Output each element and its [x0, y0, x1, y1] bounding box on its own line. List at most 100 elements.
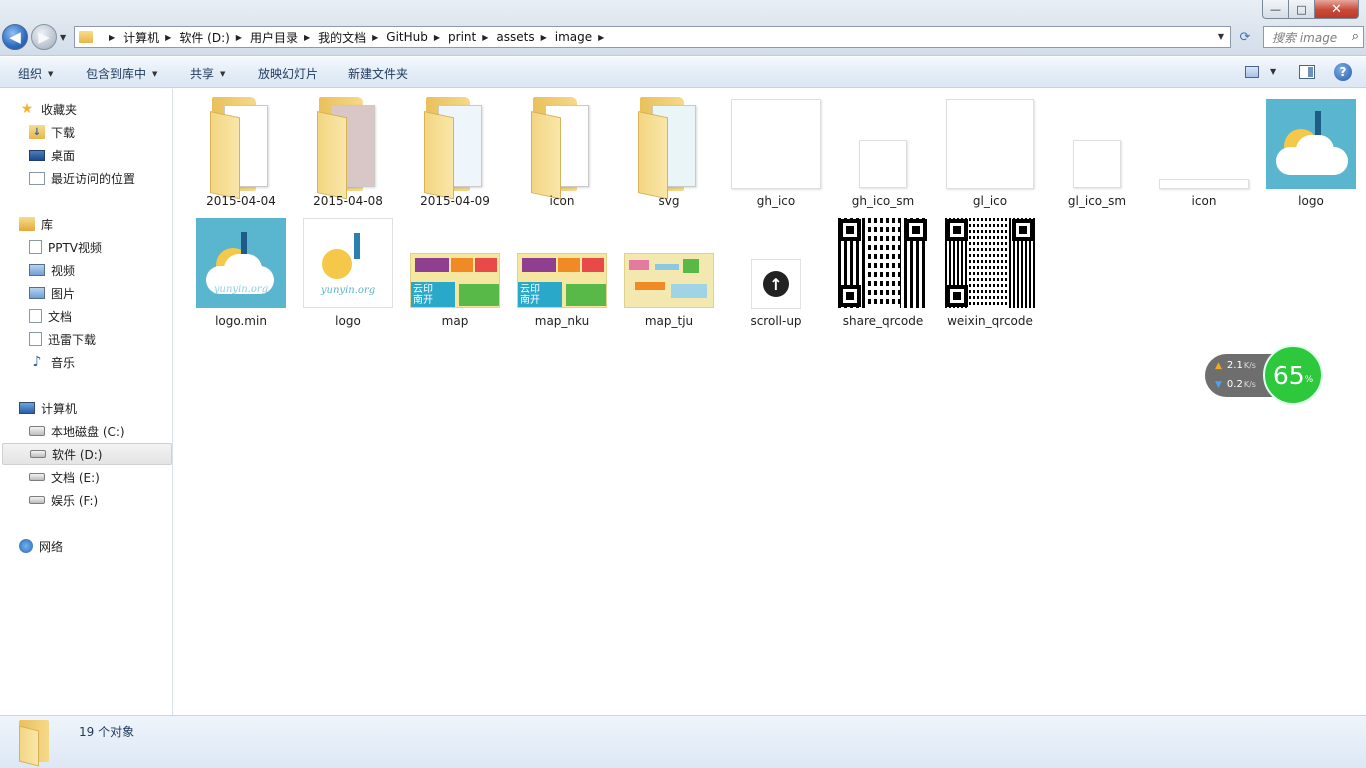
breadcrumb-item[interactable]: 软件 (D:) ▶ [179, 29, 250, 46]
file-name: scroll-up [750, 314, 802, 328]
file-item-folder[interactable]: 2015-04-04 [191, 97, 291, 209]
sidebar-item-music[interactable]: ♪ 音乐 [29, 351, 75, 373]
sidebar-item-computer[interactable]: 计算机 [19, 397, 77, 419]
close-button[interactable]: ✕ [1315, 0, 1359, 19]
file-item-image[interactable]: 云印 南开 map [405, 217, 505, 329]
breadcrumb-item[interactable]: 计算机 ▶ [123, 29, 179, 46]
sidebar-item-downloads[interactable]: 下载 [29, 121, 75, 143]
downloads-library-icon [29, 332, 42, 346]
sidebar-item-pptv-video[interactable]: PPTV视频 [29, 236, 102, 258]
file-item-image[interactable]: logo [1261, 97, 1361, 209]
file-item-image[interactable]: share_qrcode [833, 217, 933, 329]
sidebar-item-pictures[interactable]: 图片 [29, 282, 75, 304]
breadcrumb-root-arrow[interactable]: ▶ [103, 33, 123, 42]
file-name: gl_ico [972, 194, 1008, 208]
file-item-image[interactable]: icon [1154, 97, 1254, 209]
preview-pane-icon[interactable] [1299, 65, 1315, 79]
sidebar-item-favorites[interactable]: ★ 收藏夹 [19, 98, 77, 120]
sidebar-item-drive-c[interactable]: 本地磁盘 (C:) [29, 420, 125, 442]
organize-button[interactable]: 组织 ▼ [18, 65, 53, 82]
file-item-folder[interactable]: 2015-04-08 [298, 97, 398, 209]
sidebar-item-drive-d[interactable]: 软件 (D:) [2, 443, 172, 465]
help-icon[interactable]: ? [1334, 63, 1352, 81]
sidebar-item-network[interactable]: 网络 [19, 535, 63, 557]
file-item-image[interactable]: ↑ scroll-up [726, 217, 826, 329]
network-speed-widget[interactable]: ▲ 2.1 K/s ▼ 0.2 K/s 65% [1205, 345, 1323, 405]
folder-icon [79, 31, 93, 43]
file-name: map_nku [534, 314, 590, 328]
navigation-pane: ★收藏夹 下载 桌面 最近访问的位置 库 PPTV视频 视频 图片 文档 迅雷下… [0, 89, 173, 715]
star-icon: ★ [20, 101, 34, 117]
file-name: icon [549, 194, 575, 208]
minimize-button[interactable]: — [1262, 0, 1289, 19]
change-view-icon[interactable] [1245, 66, 1259, 78]
file-item-image[interactable]: 云印 南开 map_nku [512, 217, 612, 329]
sidebar-item-drive-e[interactable]: 文档 (E:) [29, 466, 100, 488]
title-bar: — □ ✕ ◀ ▶ ▼ ▶ 计算机 ▶ 软件 (D:) ▶ 用户目录 ▶ 我的文档 ▶ … [0, 0, 1366, 56]
breadcrumb-item[interactable]: assets ▶ [496, 30, 554, 44]
file-name: icon [1191, 194, 1217, 208]
forward-button[interactable]: ▶ [31, 24, 57, 50]
include-in-library-button[interactable]: 包含到库中 ▼ [86, 65, 157, 82]
logo-thumbnail: yunyin.org [196, 218, 286, 308]
memory-usage-gauge[interactable]: 65% [1263, 345, 1323, 405]
file-name: map [441, 314, 469, 328]
music-note-icon: ♪ [32, 354, 42, 370]
slideshow-button[interactable]: 放映幻灯片 [258, 65, 318, 82]
breadcrumb-item[interactable]: 用户目录 ▶ [250, 29, 318, 46]
folder-icon [531, 97, 593, 200]
navigation-buttons: ◀ ▶ ▼ [2, 24, 66, 50]
file-item-image[interactable]: gl_ico_sm [1047, 97, 1147, 209]
view-options-dropdown-icon[interactable]: ▼ [1270, 67, 1276, 76]
sidebar-item-desktop[interactable]: 桌面 [29, 144, 75, 166]
new-folder-button[interactable]: 新建文件夹 [348, 65, 408, 82]
refresh-icon[interactable]: ⟳ [1235, 26, 1255, 48]
sidebar-item-recent-places[interactable]: 最近访问的位置 [29, 167, 135, 189]
sidebar-item-videos[interactable]: 视频 [29, 259, 75, 281]
sidebar-item-libraries[interactable]: 库 [19, 213, 53, 235]
image-thumbnail [946, 99, 1034, 189]
share-button[interactable]: 共享 ▼ [190, 65, 225, 82]
folder-icon [638, 97, 700, 200]
sidebar-item-thunder-downloads[interactable]: 迅雷下载 [29, 328, 96, 350]
video-library-icon [29, 240, 42, 254]
file-item-folder[interactable]: icon [512, 97, 612, 209]
pictures-icon [29, 287, 45, 299]
scroll-up-thumbnail: ↑ [751, 259, 801, 309]
file-name: weixin_qrcode [947, 314, 1033, 328]
file-item-image[interactable]: yunyin.org logo [298, 217, 398, 329]
details-pane: 19 个对象 [0, 715, 1366, 768]
file-name: gh_ico_sm [851, 194, 915, 208]
file-item-image[interactable]: weixin_qrcode [940, 217, 1040, 329]
breadcrumb-item[interactable]: GitHub ▶ [386, 30, 448, 44]
back-button[interactable]: ◀ [2, 24, 28, 50]
file-item-image[interactable]: gl_ico [940, 97, 1040, 209]
drive-icon [30, 450, 46, 458]
breadcrumb-item[interactable]: image ▶ [555, 30, 613, 44]
library-icon [19, 217, 35, 231]
file-item-image[interactable]: gh_ico [726, 97, 826, 209]
folder-icon [19, 720, 55, 767]
breadcrumb-item[interactable]: print ▶ [448, 30, 496, 44]
file-item-image[interactable]: map_tju [619, 217, 719, 329]
file-name: logo [335, 314, 361, 328]
address-dropdown-icon[interactable]: ▼ [1218, 32, 1224, 41]
file-item-folder[interactable]: 2015-04-09 [405, 97, 505, 209]
logo-thumbnail [1266, 99, 1356, 189]
recent-pages-dropdown-icon[interactable]: ▼ [60, 33, 66, 42]
folder-icon [210, 97, 272, 200]
sidebar-item-documents[interactable]: 文档 [29, 305, 72, 327]
file-item-image[interactable]: gh_ico_sm [833, 97, 933, 209]
computer-icon [19, 402, 35, 414]
file-item-image[interactable]: yunyin.org logo.min [191, 217, 291, 329]
search-input[interactable]: 搜索 image ⌕ [1263, 26, 1364, 48]
address-bar[interactable]: ▶ 计算机 ▶ 软件 (D:) ▶ 用户目录 ▶ 我的文档 ▶ GitHub ▶ prin… [74, 26, 1231, 48]
breadcrumb-item[interactable]: 我的文档 ▶ [318, 29, 386, 46]
search-icon[interactable]: ⌕ [1352, 29, 1359, 44]
command-bar: 组织 ▼ 包含到库中 ▼ 共享 ▼ 放映幻灯片 新建文件夹 [0, 57, 1366, 88]
maximize-button[interactable]: □ [1289, 0, 1315, 19]
map-thumbnail: 云印 南开 [517, 253, 607, 308]
file-item-folder[interactable]: svg [619, 97, 719, 209]
sidebar-item-drive-f[interactable]: 娱乐 (F:) [29, 489, 98, 511]
window-controls: — □ ✕ [1262, 0, 1359, 19]
